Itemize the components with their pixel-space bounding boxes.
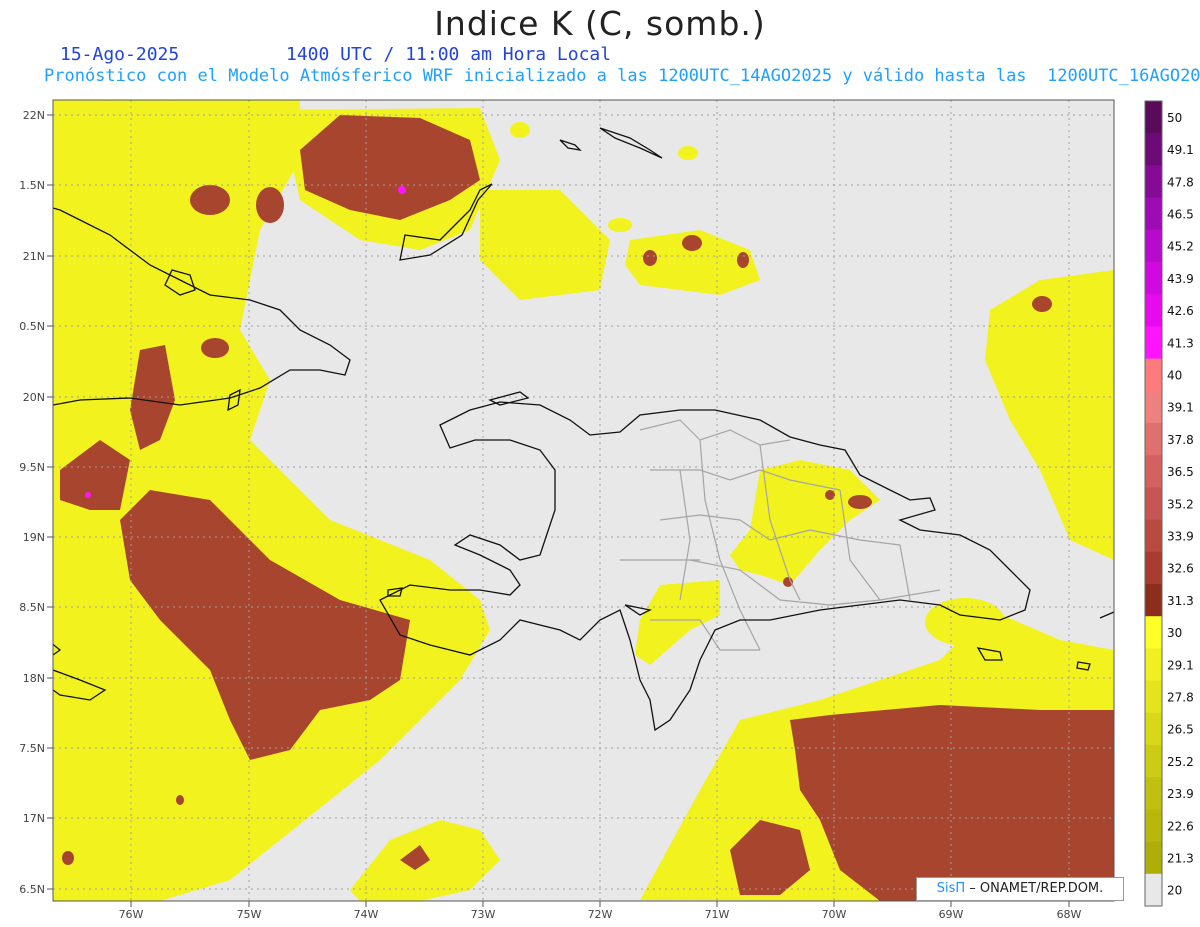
latitude-labels: 22N 1.5N 21N 0.5N 20N 9.5N 19N 8.5N 18N … [19, 109, 45, 896]
colorbar-level-label: 40 [1167, 369, 1182, 383]
lon-label: 75W [237, 908, 262, 921]
lat-label: 7.5N [19, 742, 45, 755]
lat-label: 19N [23, 531, 45, 544]
lat-label: 18N [23, 672, 45, 685]
colorbar-level-label: 36.5 [1167, 465, 1194, 479]
colorbar-level-label: 41.3 [1167, 336, 1194, 350]
colorbar-swatch [1145, 358, 1162, 392]
colorbar-swatch [1145, 873, 1162, 907]
colorbar-swatch [1145, 616, 1162, 649]
colorbar-level-label: 23.9 [1167, 787, 1194, 801]
lat-label: 0.5N [19, 320, 45, 333]
colorbar-level-label: 25.2 [1167, 755, 1194, 769]
colorbar-swatch [1145, 745, 1162, 778]
colorbar-swatch [1145, 455, 1162, 488]
colorbar-swatch [1145, 197, 1162, 231]
longitude-labels: 76W 75W 74W 73W 72W 71W 70W 69W 68W [119, 908, 1082, 921]
colorbar-level-label: 50 [1167, 111, 1182, 125]
colorbar-level-label: 29.1 [1167, 658, 1194, 672]
colorbar-swatch [1145, 294, 1162, 327]
colorbar-level-label: 33.9 [1167, 530, 1194, 544]
colorbar-level-label: 43.9 [1167, 272, 1194, 286]
colorbar-level-label: 22.6 [1167, 819, 1194, 833]
colorbar-swatch [1145, 712, 1162, 746]
colorbar-level-label: 47.8 [1167, 175, 1194, 189]
colorbar-level-label: 31.3 [1167, 594, 1194, 608]
lon-label: 70W [822, 908, 847, 921]
colorbar-level-label: 32.6 [1167, 562, 1194, 576]
colorbar-level-label: 49.1 [1167, 143, 1194, 157]
colorbar-swatch [1145, 101, 1162, 134]
lat-label: 8.5N [19, 601, 45, 614]
colorbar-level-label: 42.6 [1167, 304, 1194, 318]
lat-label: 1.5N [19, 179, 45, 192]
colorbar-swatch [1145, 680, 1162, 714]
colorbar-swatch [1145, 809, 1162, 843]
lon-label: 68W [1057, 908, 1082, 921]
colorbar-swatch [1145, 390, 1162, 424]
lat-label: 9.5N [19, 461, 45, 474]
colorbar-swatch [1145, 551, 1162, 585]
credit-text: – ONAMET/REP.DOM. [969, 881, 1104, 896]
credit-box: SisΠ – ONAMET/REP.DOM. [916, 877, 1124, 901]
lat-label: 20N [23, 391, 45, 404]
colorbar-level-label: 26.5 [1167, 723, 1194, 737]
lon-label: 69W [939, 908, 964, 921]
credit-brand: SisΠ [936, 881, 966, 896]
lat-label: 6.5N [19, 883, 45, 896]
colorbar-level-label: 20 [1167, 884, 1182, 898]
colorbar-swatch [1145, 487, 1162, 521]
colorbar-swatch [1145, 423, 1162, 456]
colorbar-level-label: 30 [1167, 626, 1182, 640]
colorbar-swatch [1145, 519, 1162, 553]
lon-label: 73W [471, 908, 496, 921]
colorbar: 50 49.1 47.8 46.5 45.2 43.9 42.6 41.3 40 39.1 37.8… [1144, 100, 1194, 907]
colorbar-level-label: 46.5 [1167, 208, 1194, 222]
colorbar-swatch [1145, 229, 1162, 263]
colorbar-level-label: 39.1 [1167, 401, 1194, 415]
colorbar-swatch [1145, 841, 1162, 875]
lon-label: 72W [588, 908, 613, 921]
colorbar-swatch [1145, 648, 1162, 682]
k-index-map: 22N 1.5N 21N 0.5N 20N 9.5N 19N 8.5N 18N … [19, 99, 1194, 921]
lon-label: 71W [705, 908, 730, 921]
lat-label: 17N [23, 812, 45, 825]
lon-label: 76W [119, 908, 144, 921]
colorbar-swatch [1145, 165, 1162, 199]
lat-label: 21N [23, 250, 45, 263]
colorbar-level-label: 37.8 [1167, 433, 1194, 447]
colorbar-swatch [1145, 133, 1162, 166]
colorbar-level-label: 21.3 [1167, 852, 1194, 866]
colorbar-swatch [1145, 777, 1162, 810]
colorbar-level-label: 27.8 [1167, 691, 1194, 705]
colorbar-swatch [1145, 326, 1162, 360]
lon-label: 74W [354, 908, 379, 921]
lat-label: 22N [23, 109, 45, 122]
colorbar-swatch [1145, 262, 1162, 295]
colorbar-level-label: 45.2 [1167, 240, 1194, 254]
colorbar-level-label: 35.2 [1167, 497, 1194, 511]
colorbar-swatch [1145, 584, 1162, 617]
